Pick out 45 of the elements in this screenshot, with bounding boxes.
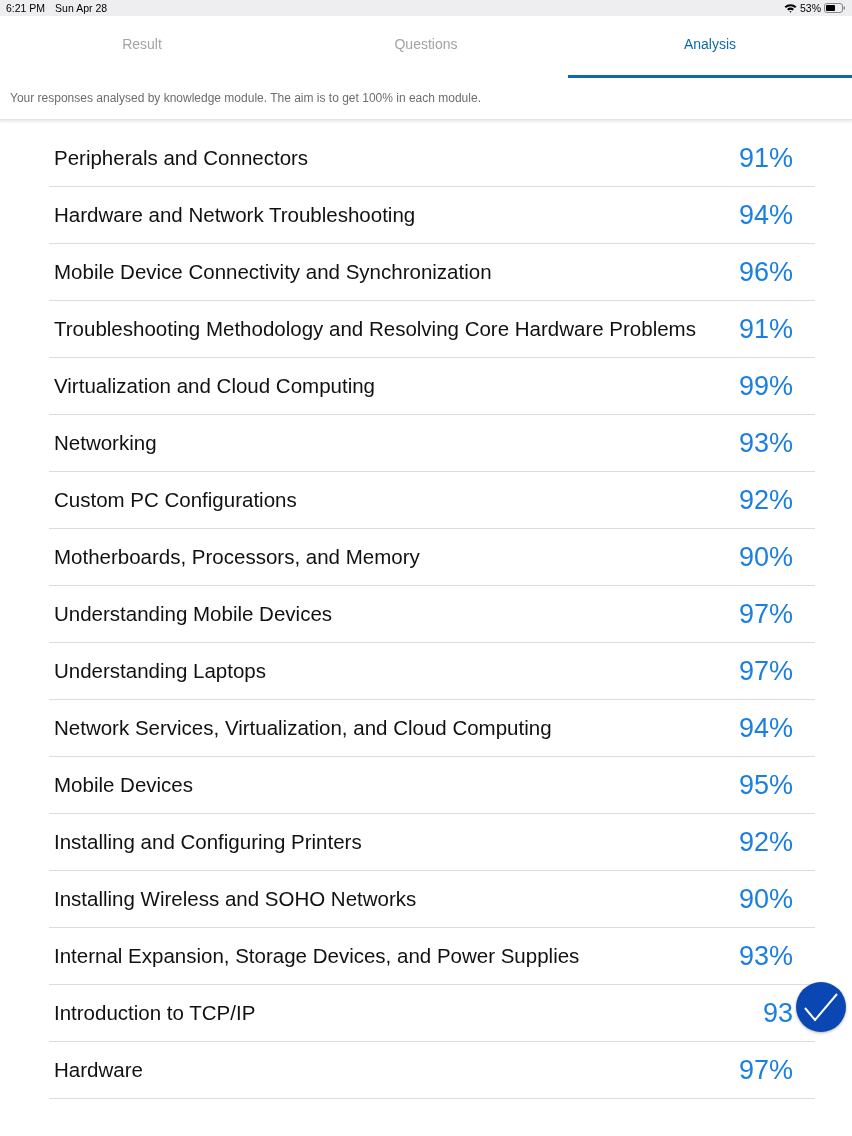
module-score: 93% <box>738 427 793 459</box>
module-score: 91% <box>738 313 793 345</box>
module-name: Networking <box>54 431 158 455</box>
module-name: Understanding Mobile Devices <box>54 602 334 626</box>
tab[interactable]: Analysis <box>568 16 852 78</box>
module-name: Hardware <box>54 1058 144 1082</box>
module-name: Introduction to TCP/IP <box>54 1001 257 1025</box>
module-name: Hardware and Network Troubleshooting <box>54 203 417 227</box>
module-score: 97% <box>738 655 793 687</box>
wifi-icon <box>784 3 797 13</box>
module-name: Custom PC Configurations <box>54 488 298 512</box>
battery-icon <box>824 3 846 13</box>
tab[interactable]: Questions <box>284 16 568 78</box>
module-score: 94% <box>738 712 793 744</box>
checkmark-icon <box>803 992 839 1022</box>
module-name: Installing and Configuring Printers <box>54 830 363 854</box>
module-name: Troubleshooting Methodology and Resolving Core Hardware Problems <box>54 317 697 341</box>
module-score: 90% <box>738 883 793 915</box>
checkmark-button[interactable] <box>796 982 846 1032</box>
module-score: 97% <box>738 1054 793 1086</box>
module-score: 97% <box>738 598 793 630</box>
module-score: 99% <box>738 370 793 402</box>
module-score: 90% <box>738 541 793 573</box>
module-score: 93 <box>762 997 793 1029</box>
module-score: 91% <box>738 142 793 174</box>
module-score: 92% <box>738 484 793 516</box>
battery-percent: 53% <box>800 2 821 14</box>
module-name: Mobile Devices <box>54 773 194 797</box>
module-name: Motherboards, Processors, and Memory <box>54 545 421 569</box>
module-name: Virtualization and Cloud Computing <box>54 374 376 398</box>
status-time: 6:21 PM <box>6 2 46 14</box>
module-name: Network Services, Virtualization, and Cloud Computing <box>54 716 553 740</box>
module-name: Installing Wireless and SOHO Networks <box>54 887 418 911</box>
module-score: 95% <box>738 769 793 801</box>
description-text: Your responses analysed by knowledge module. The aim is to get 100% in each module. <box>9 90 482 107</box>
status-date: Sun Apr 28 <box>55 2 108 14</box>
module-name: Understanding Laptops <box>54 659 267 683</box>
module-score: 92% <box>738 826 793 858</box>
module-name: Internal Expansion, Storage Devices, and Power Supplies <box>54 944 581 968</box>
module-score: 96% <box>738 256 793 288</box>
module-score: 93% <box>738 940 793 972</box>
module-score: 94% <box>738 199 793 231</box>
tab[interactable]: Result <box>0 16 284 78</box>
module-name: Mobile Device Connectivity and Synchronization <box>54 260 493 284</box>
module-name: Peripherals and Connectors <box>54 146 310 170</box>
